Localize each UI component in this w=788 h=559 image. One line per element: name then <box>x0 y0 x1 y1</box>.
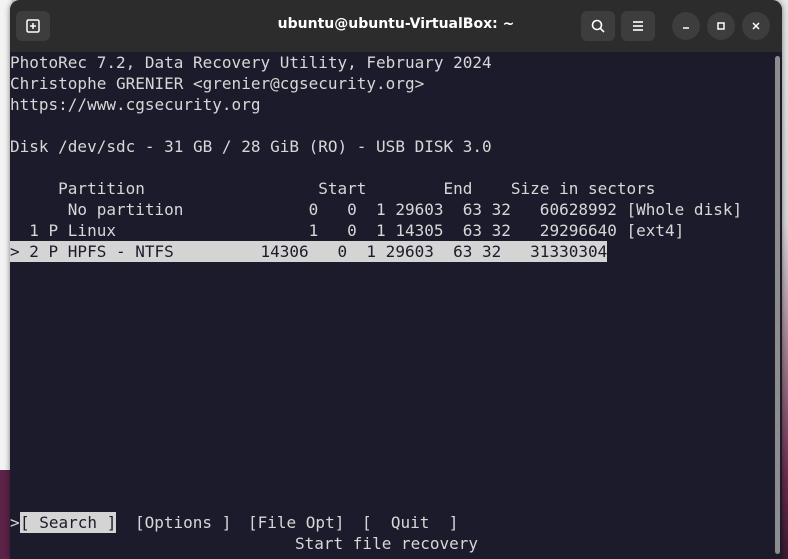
minimize-button[interactable] <box>672 12 700 40</box>
terminal-content[interactable]: PhotoRec 7.2, Data Recovery Utility, Feb… <box>10 52 772 559</box>
title-bar: ubuntu@ubuntu-VirtualBox: ~ <box>10 0 782 53</box>
window-title: ubuntu@ubuntu-VirtualBox: ~ <box>277 16 515 32</box>
partition-row-ntfs-selected[interactable]: > 2 P HPFS - NTFS 14306 0 1 29603 63 32 … <box>10 241 608 262</box>
minimize-icon <box>683 27 689 29</box>
action-hint: Start file recovery <box>295 534 479 553</box>
disk-info: Disk /dev/sdc - 31 GB / 28 GiB (RO) - US… <box>10 137 492 156</box>
maximize-button[interactable] <box>707 12 735 40</box>
scrollbar-thumb[interactable] <box>775 56 780 554</box>
website-line: https://www.cgsecurity.org <box>10 95 261 114</box>
menu-prefix: > <box>10 513 20 532</box>
partition-row-linux[interactable]: 1 P Linux 1 0 1 14305 63 32 29296640 [ex… <box>10 220 684 241</box>
author-line: Christophe GRENIER <grenier@cgsecurity.o… <box>10 74 425 93</box>
terminal-window: ubuntu@ubuntu-VirtualBox: ~ PhotoRec 7.2… <box>10 0 782 559</box>
partition-row-whole-disk[interactable]: No partition 0 0 1 29603 63 32 60628992 … <box>10 199 742 220</box>
terminal-scrollbar[interactable] <box>772 52 782 559</box>
search-button[interactable] <box>581 11 615 41</box>
file-opt-menu-button[interactable]: [File Opt] <box>248 512 344 533</box>
new-tab-button[interactable] <box>16 11 50 41</box>
close-icon <box>752 22 760 30</box>
search-menu-button[interactable]: [ Search ] <box>20 512 117 533</box>
close-button[interactable] <box>742 12 770 40</box>
partition-table-header: Partition Start End Size in sectors <box>10 179 656 198</box>
hamburger-menu-icon <box>633 21 643 31</box>
new-tab-icon <box>26 19 40 33</box>
quit-menu-button[interactable]: [ Quit ] <box>362 512 458 533</box>
search-icon <box>591 19 605 33</box>
menu-button[interactable] <box>621 11 655 41</box>
maximize-icon <box>717 22 725 30</box>
app-title-line: PhotoRec 7.2, Data Recovery Utility, Feb… <box>10 53 492 72</box>
options-menu-button[interactable]: [Options ] <box>135 512 231 533</box>
